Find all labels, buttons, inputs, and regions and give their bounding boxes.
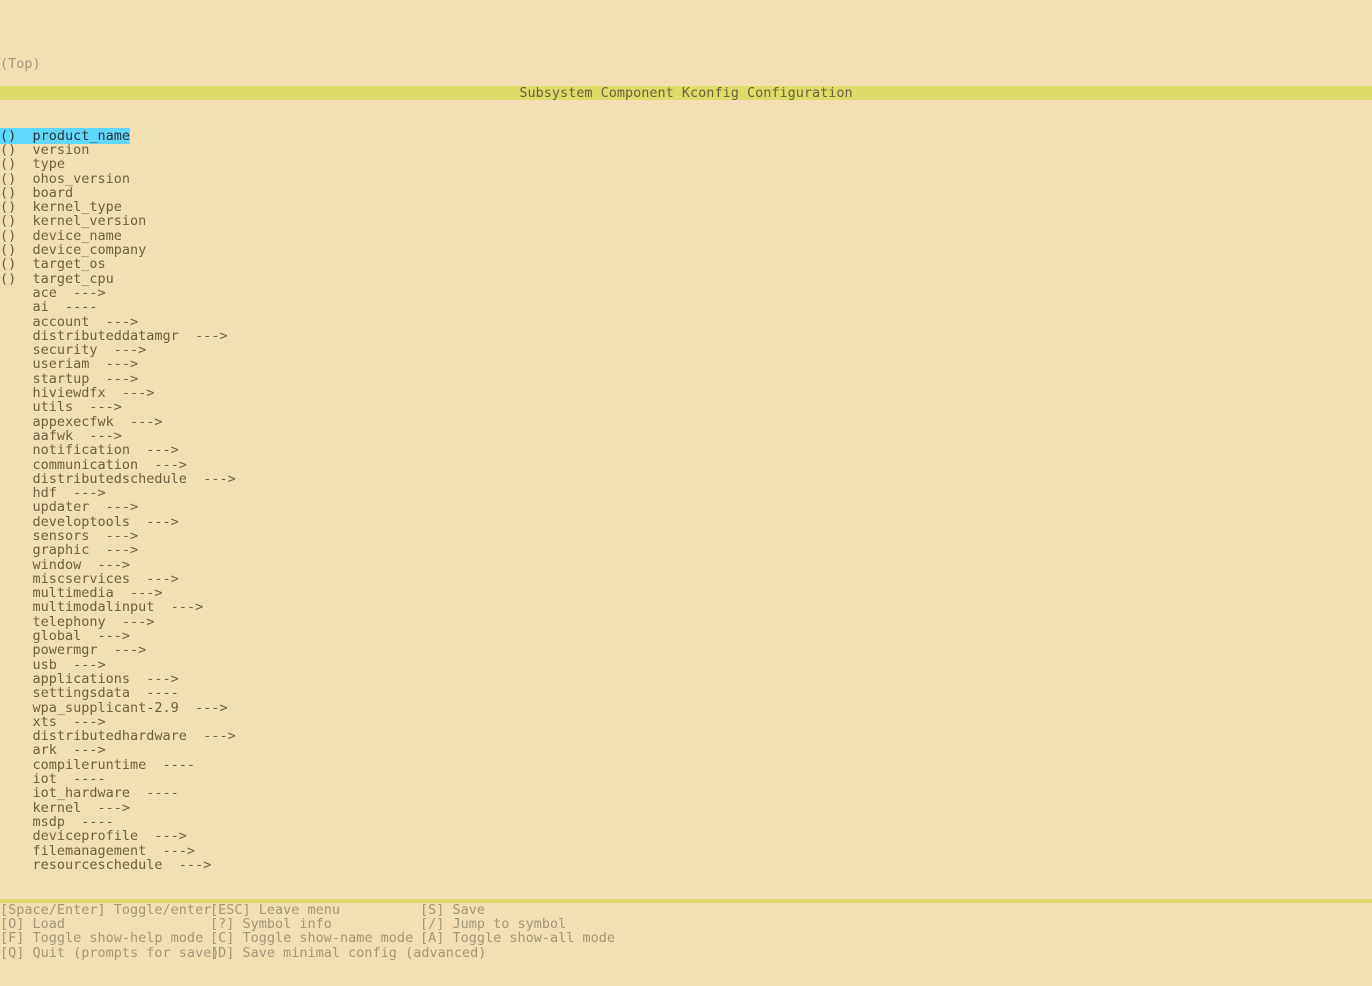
submenu-security[interactable]: security ---> [0, 343, 1372, 357]
submenu-graphic[interactable]: graphic ---> [0, 543, 1372, 557]
submenu-communication[interactable]: communication ---> [0, 458, 1372, 472]
submenu-ai[interactable]: ai ---- [0, 300, 1372, 314]
menu-item-kernel_version[interactable]: () kernel_version [0, 214, 1372, 228]
menu-item-target_cpu[interactable]: () target_cpu [0, 272, 1372, 286]
menu-item-ohos_version[interactable]: () ohos_version [0, 172, 1372, 186]
submenu-distributeddatamgr[interactable]: distributeddatamgr ---> [0, 329, 1372, 343]
submenu-developtools[interactable]: developtools ---> [0, 515, 1372, 529]
submenu-deviceprofile[interactable]: deviceprofile ---> [0, 829, 1372, 843]
breadcrumb: (Top) [0, 57, 1372, 71]
submenu-ark[interactable]: ark ---> [0, 743, 1372, 757]
footer-row: [F] Toggle show-help mode[C] Toggle show… [0, 931, 1372, 945]
menu-item-target_os[interactable]: () target_os [0, 257, 1372, 271]
submenu-resourceschedule[interactable]: resourceschedule ---> [0, 858, 1372, 872]
submenu-window[interactable]: window ---> [0, 558, 1372, 572]
submenu-multimedia[interactable]: multimedia ---> [0, 586, 1372, 600]
submenu-distributedhardware[interactable]: distributedhardware ---> [0, 729, 1372, 743]
submenu-usb[interactable]: usb ---> [0, 658, 1372, 672]
submenu-account[interactable]: account ---> [0, 315, 1372, 329]
menu-item-version[interactable]: () version [0, 143, 1372, 157]
submenu-applications[interactable]: applications ---> [0, 672, 1372, 686]
submenu-multimodalinput[interactable]: multimodalinput ---> [0, 600, 1372, 614]
footer-row: [O] Load[?] Symbol info[/] Jump to symbo… [0, 917, 1372, 931]
submenu-iot[interactable]: iot ---- [0, 772, 1372, 786]
submenu-msdp[interactable]: msdp ---- [0, 815, 1372, 829]
submenu-kernel[interactable]: kernel ---> [0, 801, 1372, 815]
submenu-miscservices[interactable]: miscservices ---> [0, 572, 1372, 586]
menu-item-board[interactable]: () board [0, 186, 1372, 200]
submenu-xts[interactable]: xts ---> [0, 715, 1372, 729]
submenu-aafwk[interactable]: aafwk ---> [0, 429, 1372, 443]
page-title: Subsystem Component Kconfig Configuratio… [0, 86, 1372, 100]
footer-row: [Q] Quit (prompts for save)[D] Save mini… [0, 946, 1372, 960]
submenu-hiviewdfx[interactable]: hiviewdfx ---> [0, 386, 1372, 400]
submenu-hdf[interactable]: hdf ---> [0, 486, 1372, 500]
submenu-wpa_supplicant-2.9[interactable]: wpa_supplicant-2.9 ---> [0, 701, 1372, 715]
menu-list: () product_name() version() type() ohos_… [0, 129, 1372, 872]
submenu-startup[interactable]: startup ---> [0, 372, 1372, 386]
submenu-sensors[interactable]: sensors ---> [0, 529, 1372, 543]
footer-row: [Space/Enter] Toggle/enter[ESC] Leave me… [0, 903, 1372, 917]
submenu-iot_hardware[interactable]: iot_hardware ---- [0, 786, 1372, 800]
submenu-utils[interactable]: utils ---> [0, 400, 1372, 414]
submenu-compileruntime[interactable]: compileruntime ---- [0, 758, 1372, 772]
menu-item-product_name[interactable]: () product_name [0, 129, 1372, 143]
menu-item-type[interactable]: () type [0, 157, 1372, 171]
submenu-ace[interactable]: ace ---> [0, 286, 1372, 300]
submenu-filemanagement[interactable]: filemanagement ---> [0, 844, 1372, 858]
submenu-global[interactable]: global ---> [0, 629, 1372, 643]
submenu-notification[interactable]: notification ---> [0, 443, 1372, 457]
submenu-appexecfwk[interactable]: appexecfwk ---> [0, 415, 1372, 429]
submenu-powermgr[interactable]: powermgr ---> [0, 643, 1372, 657]
submenu-updater[interactable]: updater ---> [0, 500, 1372, 514]
menu-item-device_name[interactable]: () device_name [0, 229, 1372, 243]
menu-item-device_company[interactable]: () device_company [0, 243, 1372, 257]
submenu-settingsdata[interactable]: settingsdata ---- [0, 686, 1372, 700]
menu-item-kernel_type[interactable]: () kernel_type [0, 200, 1372, 214]
footer-help: [Space/Enter] Toggle/enter[ESC] Leave me… [0, 903, 1372, 960]
submenu-telephony[interactable]: telephony ---> [0, 615, 1372, 629]
submenu-distributedschedule[interactable]: distributedschedule ---> [0, 472, 1372, 486]
submenu-useriam[interactable]: useriam ---> [0, 357, 1372, 371]
